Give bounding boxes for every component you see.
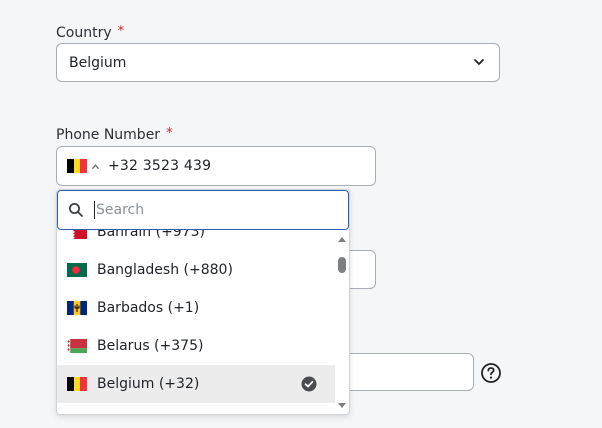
help-icon[interactable] xyxy=(480,362,502,384)
list-item-belgium[interactable]: Belgium (+32) xyxy=(57,365,335,403)
check-circle-icon xyxy=(301,376,317,392)
dropdown-search xyxy=(57,190,349,230)
phone-label: Phone Number * xyxy=(56,126,173,143)
list-item-label: Bangladesh (+880) xyxy=(97,262,233,278)
scroll-thumb[interactable] xyxy=(338,257,346,273)
list-item-bangladesh[interactable]: Bangladesh (+880) xyxy=(57,251,335,289)
bahrain-flag-icon xyxy=(67,230,87,239)
country-code-dropdown: Bahrain (+973) Bangladesh (+880) Barbado… xyxy=(56,189,350,415)
bangladesh-flag-icon xyxy=(67,263,87,277)
list-item-belarus[interactable]: Belarus (+375) xyxy=(57,327,335,365)
required-asterisk: * xyxy=(117,24,125,39)
country-selected-value: Belgium xyxy=(69,54,127,71)
list-item-label: Bahrain (+973) xyxy=(97,230,205,240)
scroll-up-arrow-icon[interactable] xyxy=(338,236,346,242)
country-list: Bahrain (+973) Bangladesh (+880) Barbado… xyxy=(57,230,335,414)
scroll-down-arrow-icon[interactable] xyxy=(338,403,346,409)
country-label: Country * xyxy=(56,24,124,41)
barbados-flag-icon xyxy=(67,301,87,315)
required-asterisk: * xyxy=(166,126,173,141)
search-input[interactable] xyxy=(94,201,326,219)
list-item-bahrain[interactable]: Bahrain (+973) xyxy=(57,230,335,251)
phone-input[interactable]: +32 3523 439 xyxy=(56,146,376,186)
list-item-label: Belgium (+32) xyxy=(97,376,200,392)
chevron-up-icon[interactable] xyxy=(91,162,100,171)
country-select[interactable]: Belgium xyxy=(56,43,500,82)
belgium-flag-icon[interactable] xyxy=(67,159,88,173)
country-label-text: Country xyxy=(56,25,112,41)
phone-number-value: +32 3523 439 xyxy=(108,158,212,174)
list-item-label: Belarus (+375) xyxy=(97,338,204,354)
chevron-down-icon xyxy=(474,59,484,65)
search-icon xyxy=(69,203,83,217)
list-item-barbados[interactable]: Barbados (+1) xyxy=(57,289,335,327)
phone-label-text: Phone Number xyxy=(56,127,161,143)
list-scrollbar[interactable] xyxy=(335,230,349,414)
belgium-flag-icon xyxy=(67,377,88,391)
belarus-flag-icon xyxy=(67,339,87,353)
list-item-label: Barbados (+1) xyxy=(97,300,200,316)
